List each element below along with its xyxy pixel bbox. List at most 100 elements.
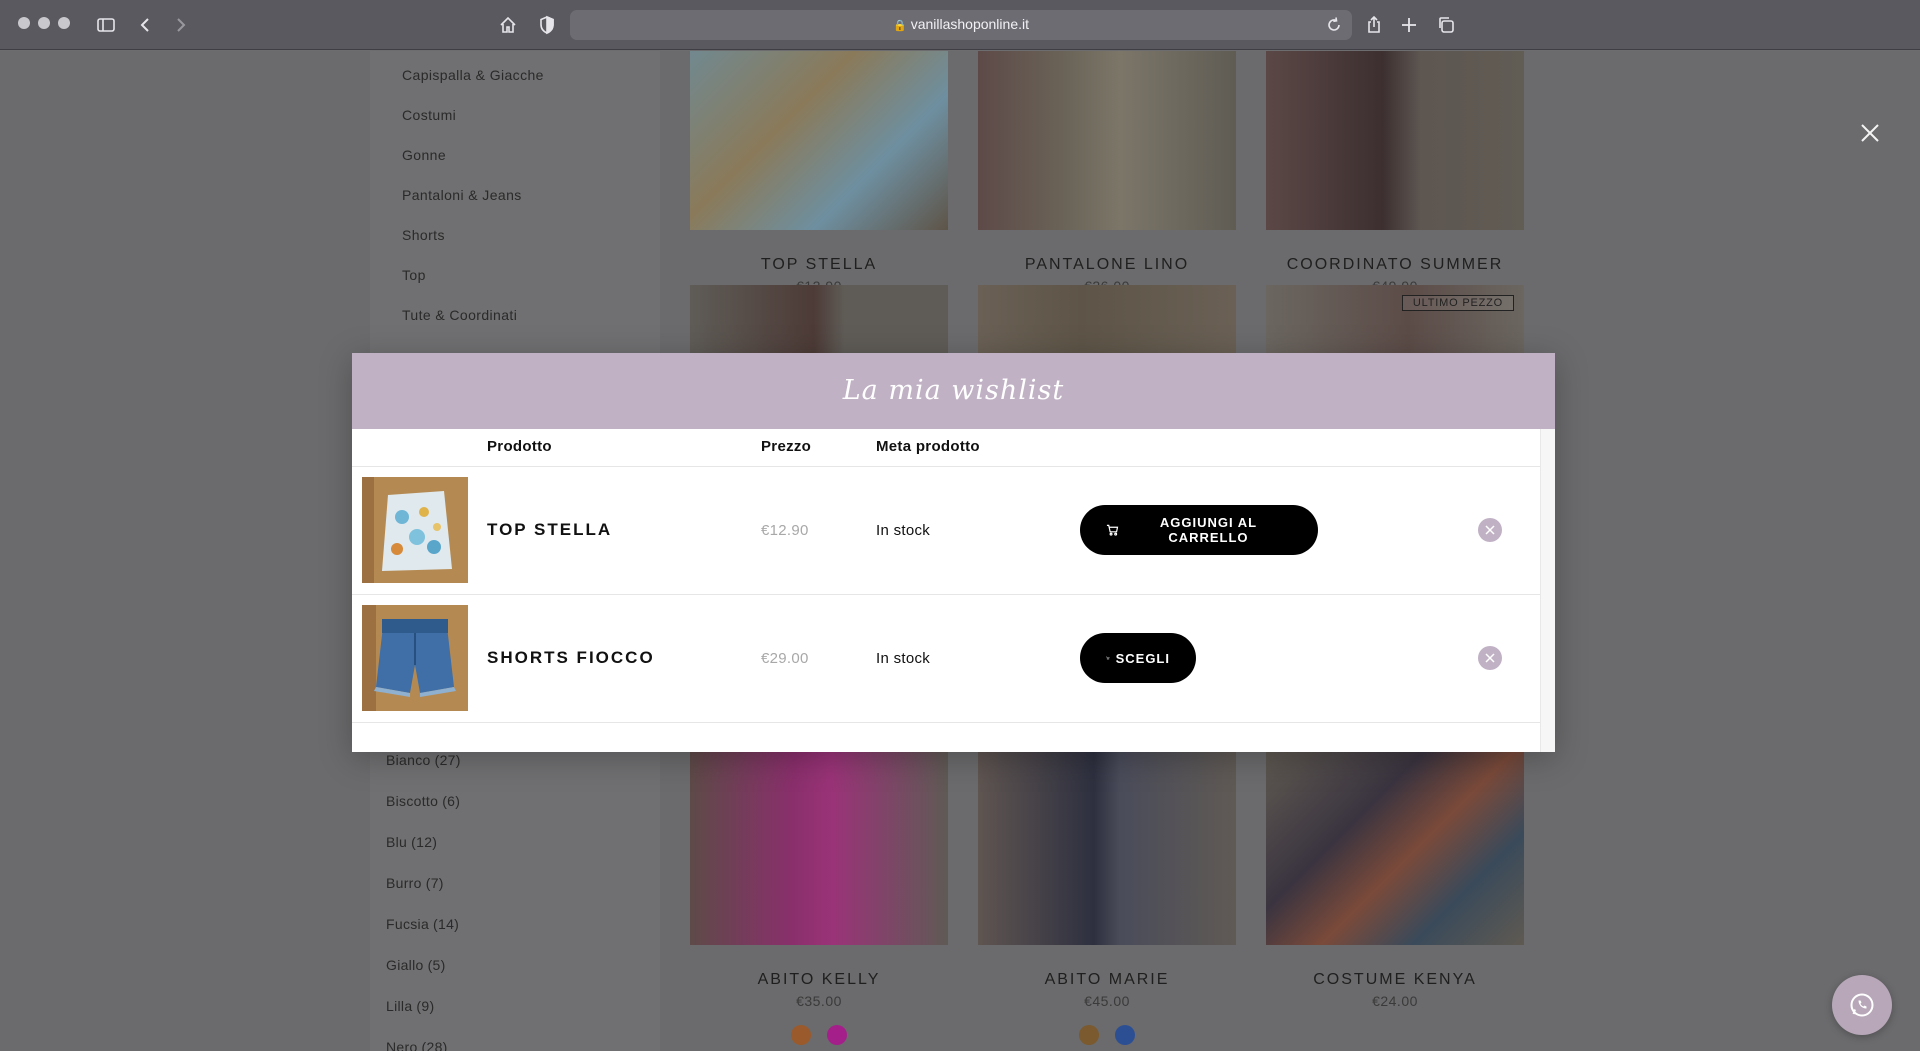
scrollbar[interactable] <box>1540 429 1555 752</box>
color-filter-item[interactable]: Fucsia (14) <box>386 910 461 951</box>
product-price: €12.90 <box>761 522 809 539</box>
address-bar[interactable]: 🔒 vanillashoponline.it <box>570 10 1352 40</box>
color-label: Burro <box>386 875 422 891</box>
color-swatches <box>690 1025 948 1045</box>
whatsapp-chat-button[interactable] <box>1832 975 1892 1035</box>
add-to-cart-label: AGGIUNGI AL CARRELLO <box>1159 515 1258 545</box>
color-swatch[interactable] <box>827 1025 847 1045</box>
remove-item-button[interactable] <box>1478 518 1502 542</box>
product-price: €35.00 <box>796 993 842 1009</box>
product-name[interactable]: ABITO MARIE <box>978 971 1236 989</box>
tab-overview-icon[interactable] <box>1432 11 1460 39</box>
product-name[interactable]: COSTUME KENYA <box>1266 971 1524 989</box>
product-name[interactable]: COORDINATO SUMMER <box>1266 256 1524 274</box>
share-icon[interactable] <box>1360 11 1388 39</box>
product-name[interactable]: ABITO KELLY <box>690 971 948 989</box>
category-link[interactable]: Shorts <box>402 221 544 261</box>
stock-status: In stock <box>876 522 931 539</box>
new-tab-icon[interactable] <box>1395 11 1423 39</box>
cart-icon <box>1106 524 1119 536</box>
color-count: (5) <box>427 957 446 973</box>
product-image[interactable] <box>978 51 1236 230</box>
color-filter-item[interactable]: Bianco (27) <box>386 746 461 787</box>
shield-icon[interactable] <box>533 11 561 39</box>
color-count: (9) <box>416 998 435 1014</box>
category-link[interactable]: Costumi <box>402 101 544 141</box>
color-count: (6) <box>442 793 461 809</box>
column-header-meta: Meta prodotto <box>876 438 980 455</box>
color-label: Nero <box>386 1039 418 1051</box>
product-name[interactable]: TOP STELLA <box>690 256 948 274</box>
table-header: Prodotto Prezzo Meta prodotto <box>352 429 1540 467</box>
reload-icon[interactable] <box>1324 15 1344 35</box>
color-filter-list: Bianco (27) Biscotto (6) Blu (12) Burro (7) … <box>386 746 461 1051</box>
wishlist-table: Prodotto Prezzo Meta prodotto TOP STELLA <box>352 429 1555 752</box>
product-image[interactable] <box>690 51 948 230</box>
browser-toolbar: 🔒 vanillashoponline.it <box>0 0 1920 50</box>
color-filter-item[interactable]: Burro (7) <box>386 869 461 910</box>
add-to-cart-button[interactable]: AGGIUNGI AL CARRELLO <box>1080 505 1318 555</box>
color-count: (12) <box>411 834 438 850</box>
window-controls[interactable] <box>18 17 70 29</box>
column-header-price: Prezzo <box>761 438 812 455</box>
color-swatch[interactable] <box>791 1025 811 1045</box>
category-link[interactable]: Top <box>402 261 544 301</box>
product-card[interactable]: COORDINATO SUMMER €49.90 <box>1266 51 1524 294</box>
product-card[interactable]: COSTUME KENYA €24.00 <box>1266 751 1524 1009</box>
product-thumbnail[interactable] <box>362 477 468 583</box>
product-name-link[interactable]: TOP STELLA <box>487 520 612 540</box>
color-swatch[interactable] <box>1079 1025 1099 1045</box>
product-image[interactable] <box>690 751 948 945</box>
color-label: Bianco <box>386 752 431 768</box>
product-price: €29.00 <box>761 650 809 667</box>
color-filter-item[interactable]: Lilla (9) <box>386 992 461 1033</box>
product-image[interactable] <box>978 751 1236 945</box>
home-icon[interactable] <box>494 11 522 39</box>
url-text: vanillashoponline.it <box>910 16 1029 32</box>
whatsapp-icon <box>1850 993 1874 1017</box>
product-name[interactable]: PANTALONE LINO <box>978 256 1236 274</box>
forward-icon[interactable] <box>166 11 194 39</box>
color-filter-item[interactable]: Biscotto (6) <box>386 787 461 828</box>
category-link[interactable]: Tute & Coordinati <box>402 301 544 341</box>
product-price: €24.00 <box>1372 993 1418 1009</box>
color-swatch[interactable] <box>1115 1025 1135 1045</box>
product-thumbnail[interactable] <box>362 605 468 711</box>
column-header-product: Prodotto <box>487 438 552 455</box>
product-image[interactable] <box>1266 751 1524 945</box>
category-link[interactable]: Pantaloni & Jeans <box>402 181 544 221</box>
remove-item-button[interactable] <box>1478 646 1502 670</box>
wishlist-row: SHORTS FIOCCO €29.00 In stock SCEGLI <box>352 595 1540 723</box>
wishlist-header: La mia wishlist <box>352 353 1555 429</box>
zoom-window-dot[interactable] <box>58 17 70 29</box>
close-overlay-icon[interactable] <box>1858 121 1882 145</box>
color-filter-item[interactable]: Giallo (5) <box>386 951 461 992</box>
product-card[interactable]: ABITO KELLY €35.00 <box>690 751 948 1045</box>
color-count: (7) <box>425 875 444 891</box>
product-card[interactable]: TOP STELLA €12.90 <box>690 51 948 294</box>
wishlist-modal: La mia wishlist Prodotto Prezzo Meta pro… <box>352 353 1555 752</box>
category-link[interactable]: Gonne <box>402 141 544 181</box>
color-label: Giallo <box>386 957 424 973</box>
stock-status: In stock <box>876 650 931 667</box>
product-card[interactable]: ABITO MARIE €45.00 <box>978 751 1236 1045</box>
color-filter-item[interactable]: Nero (28) <box>386 1033 461 1051</box>
category-link[interactable]: Capispalla & Giacche <box>402 61 544 101</box>
choose-options-button[interactable]: SCEGLI <box>1080 633 1196 683</box>
color-label: Fucsia <box>386 916 430 932</box>
close-icon <box>1485 525 1495 535</box>
back-icon[interactable] <box>132 11 160 39</box>
color-count: (14) <box>433 916 460 932</box>
product-image[interactable] <box>1266 51 1524 230</box>
wishlist-row: TOP STELLA €12.90 In stock AGGIUNGI AL C… <box>352 467 1540 595</box>
sidebar-toggle-icon[interactable] <box>92 11 120 39</box>
color-filter-item[interactable]: Blu (12) <box>386 828 461 869</box>
cart-icon <box>1106 656 1110 660</box>
minimize-window-dot[interactable] <box>38 17 50 29</box>
close-icon <box>1485 653 1495 663</box>
product-card[interactable]: PANTALONE LINO €26.00 <box>978 51 1236 294</box>
wishlist-title: La mia wishlist <box>842 375 1065 406</box>
color-count: (28) <box>421 1039 448 1051</box>
product-name-link[interactable]: SHORTS FIOCCO <box>487 648 655 668</box>
close-window-dot[interactable] <box>18 17 30 29</box>
